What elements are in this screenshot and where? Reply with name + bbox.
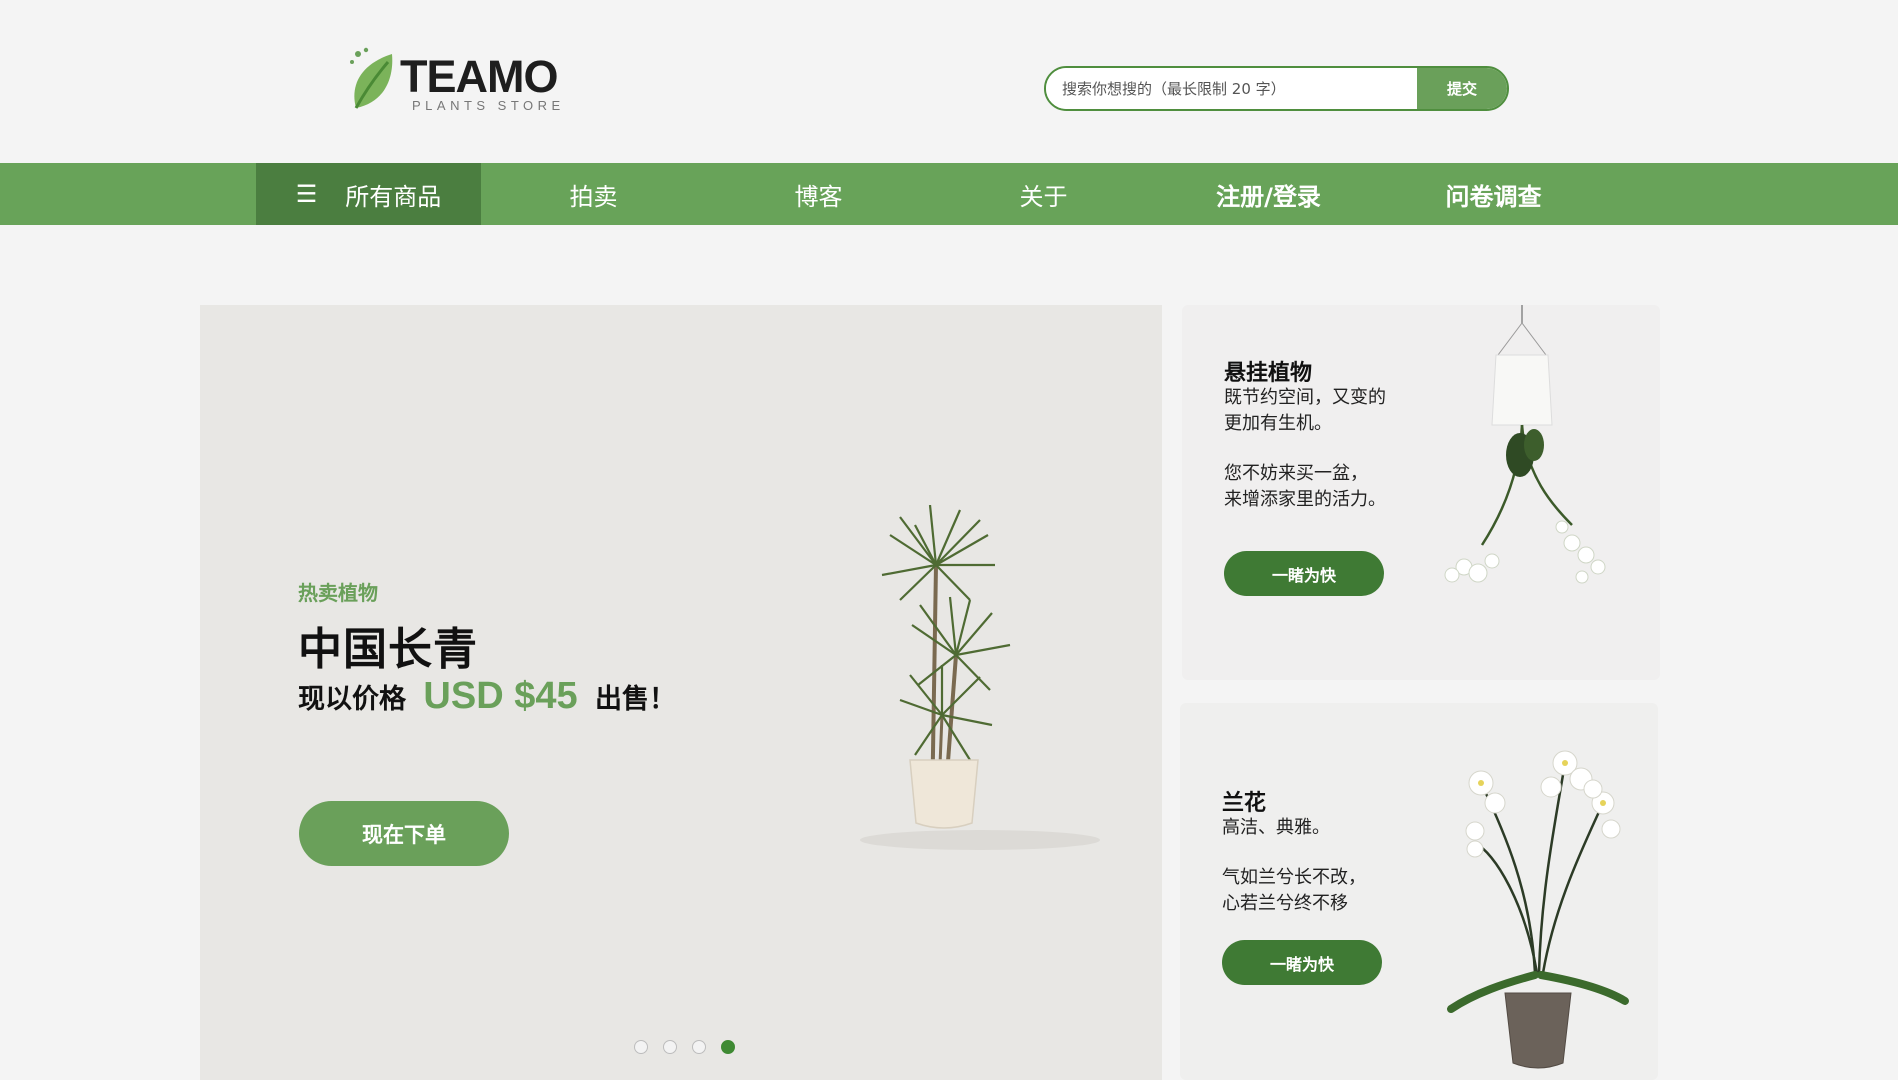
nav-item-login[interactable]: 注册/登录 <box>1156 163 1381 225</box>
hanging-plant-image <box>1444 305 1606 584</box>
nav-item-auction[interactable]: 拍卖 <box>481 163 706 225</box>
nav-item-label: 问卷调查 <box>1445 182 1542 211</box>
card-view-button[interactable]: 一睹为快 <box>1222 940 1382 985</box>
logo-title: TEAMO <box>400 51 558 102</box>
promo-card-orchid: 兰花 高洁、典雅。 气如兰兮长不改， 心若兰兮终不移 一睹为快 <box>1180 703 1658 1080</box>
nav-item-label: 所有商品 <box>345 182 442 211</box>
nav-item-all-products[interactable]: ☰ 所有商品 <box>256 163 481 225</box>
price-suffix: 出售！ <box>595 684 677 715</box>
card-text: 心若兰兮终不移 <box>1222 893 1348 914</box>
card-text: 来增添家里的活力。 <box>1224 489 1386 510</box>
card-text: 既节约空间，又变的 <box>1224 387 1386 408</box>
search-form: 提交 <box>1044 66 1509 111</box>
price-prefix: 现以价格 <box>298 684 406 715</box>
carousel-dots <box>634 1040 735 1054</box>
nav-item-survey[interactable]: 问卷调查 <box>1381 163 1606 225</box>
dracaena-plant-image <box>860 505 1100 850</box>
nav-item-label: 关于 <box>1019 182 1068 211</box>
search-input[interactable] <box>1046 68 1417 109</box>
hero-price-line: 现以价格 USD $45 出售！ <box>298 675 676 718</box>
nav-item-label: 拍卖 <box>569 182 618 211</box>
carousel-dot-active[interactable] <box>721 1040 735 1054</box>
card-text: 您不妨来买一盆， <box>1224 463 1368 484</box>
hero-banner: 热卖植物 中国长青 现以价格 USD $45 出售！ 现在下单 <box>200 305 1162 1080</box>
card-title: 悬挂植物 <box>1224 361 1313 386</box>
nav-item-label: 博客 <box>794 182 843 211</box>
promo-card-hanging-plants: 悬挂植物 既节约空间，又变的 更加有生机。 您不妨来买一盆， 来增添家里的活力。… <box>1182 305 1660 680</box>
main-nav: ☰ 所有商品 拍卖 博客 关于 注册/登录 问卷调查 <box>0 163 1898 225</box>
card-text: 高洁、典雅。 <box>1222 817 1330 838</box>
card-title: 兰花 <box>1222 791 1267 816</box>
logo-tagline: PLANTS STORE <box>412 98 565 113</box>
card-text: 气如兰兮长不改， <box>1222 867 1366 888</box>
price-value: USD $45 <box>423 675 578 717</box>
site-header: TEAMO PLANTS STORE 提交 <box>0 0 1898 163</box>
search-submit-button[interactable]: 提交 <box>1417 68 1507 109</box>
card-text: 更加有生机。 <box>1224 413 1332 434</box>
nav-item-label: 注册/登录 <box>1216 182 1321 211</box>
hero-title: 中国长青 <box>298 624 478 675</box>
order-now-button[interactable]: 现在下单 <box>299 801 509 866</box>
nav-item-about[interactable]: 关于 <box>931 163 1156 225</box>
orchid-image <box>1447 750 1629 1069</box>
carousel-dot[interactable] <box>692 1040 706 1054</box>
site-logo[interactable]: TEAMO PLANTS STORE <box>348 46 578 116</box>
carousel-dot[interactable] <box>663 1040 677 1054</box>
carousel-dot[interactable] <box>634 1040 648 1054</box>
nav-item-blog[interactable]: 博客 <box>706 163 931 225</box>
menu-icon: ☰ <box>295 180 318 208</box>
card-view-button[interactable]: 一睹为快 <box>1224 551 1384 596</box>
leaf-logo-icon <box>350 47 393 109</box>
hero-eyebrow: 热卖植物 <box>298 581 378 605</box>
